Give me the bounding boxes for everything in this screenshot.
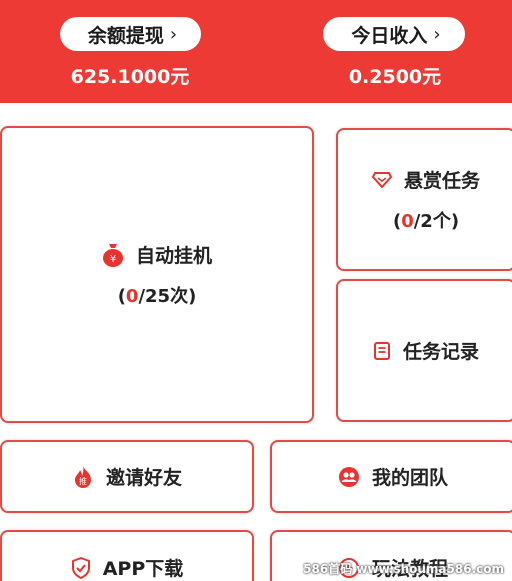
today-income-amount: 0.2500元 [348, 66, 442, 88]
auto-hang-current: 0 [125, 286, 139, 307]
balance-withdraw-label: 余额提现 [87, 24, 164, 47]
diamond-icon [371, 171, 392, 189]
chevron-right-icon: › [433, 23, 441, 45]
reward-task-label: 悬赏任务 [403, 170, 480, 192]
task-record-card[interactable]: 任务记录 [336, 279, 512, 422]
reward-task-count: (0/2个) [392, 211, 460, 232]
svg-text:推: 推 [79, 476, 87, 486]
money-bag-icon: ¥ [102, 242, 124, 268]
header-banner: 余额提现 › 625.1000元 今日收入 › 0.2500元 [0, 0, 512, 103]
fire-icon: 推 [72, 465, 94, 489]
auto-hang-label: 自动挂机 [135, 245, 212, 267]
my-team-card[interactable]: 我的团队 [270, 440, 512, 513]
my-team-label: 我的团队 [371, 467, 448, 489]
app-download-card[interactable]: APP下载 [0, 530, 254, 581]
balance-withdraw-button[interactable]: 余额提现 › [60, 17, 201, 51]
task-record-label: 任务记录 [402, 341, 479, 363]
invite-friends-label: 邀请好友 [105, 467, 182, 489]
auto-hang-card[interactable]: ¥ 自动挂机 (0/25次) [0, 126, 314, 423]
svg-text:¥: ¥ [110, 254, 116, 265]
reward-task-current: 0 [401, 211, 414, 232]
chevron-right-icon: › [169, 23, 178, 45]
reward-task-card[interactable]: 悬赏任务 (0/2个) [336, 128, 512, 271]
auto-hang-count: (0/25次) [117, 286, 197, 307]
watermark-text: 586首码 www.shouma586.com [303, 562, 504, 576]
document-icon [373, 341, 391, 361]
app-download-label: APP下载 [102, 558, 184, 580]
shield-icon [71, 556, 91, 579]
invite-friends-card[interactable]: 推 邀请好友 [0, 440, 254, 513]
balance-amount: 625.1000元 [70, 66, 190, 88]
today-income-button[interactable]: 今日收入 › [323, 17, 465, 51]
team-icon [338, 466, 360, 488]
today-income-label: 今日收入 [351, 24, 428, 47]
